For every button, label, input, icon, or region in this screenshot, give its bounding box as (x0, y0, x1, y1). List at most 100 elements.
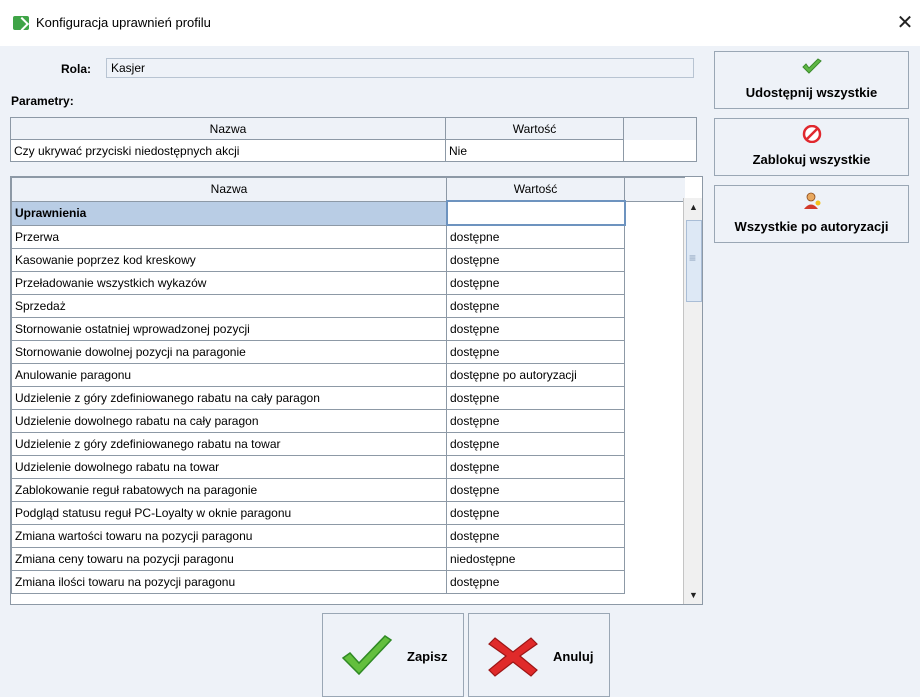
permission-value[interactable]: dostępne (446, 248, 625, 272)
permission-name: Sprzedaż (11, 294, 447, 318)
row-filler (625, 318, 685, 341)
permission-value[interactable]: dostępne (446, 294, 625, 318)
person-icon (804, 192, 821, 209)
permission-value[interactable]: dostępne (446, 271, 625, 295)
scroll-up-icon[interactable]: ▲ (684, 198, 702, 216)
header-filler (624, 177, 685, 202)
permission-value[interactable]: dostępne (446, 409, 625, 433)
column-header-nazwa[interactable]: Nazwa (11, 177, 447, 202)
param-value[interactable]: Nie (445, 139, 624, 162)
table-row[interactable]: Kasowanie poprzez kod kreskowy dostępne (11, 248, 685, 272)
table-row[interactable]: Stornowanie dowolnej pozycji na paragoni… (11, 340, 685, 364)
permission-name: Przeładowanie wszystkich wykazów (11, 271, 447, 295)
table-row[interactable]: Zmiana wartości towaru na pozycji parago… (11, 524, 685, 548)
table-row[interactable]: Zmiana ilości towaru na pozycji paragonu… (11, 570, 685, 594)
scroll-down-icon[interactable]: ▼ (684, 586, 702, 604)
permission-value[interactable]: dostępne (446, 317, 625, 341)
table-row[interactable]: Czy ukrywać przyciski niedostępnych akcj… (10, 139, 697, 162)
table-row[interactable]: Udzielenie dowolnego rabatu na towar dost… (11, 455, 685, 479)
cross-icon (488, 637, 538, 677)
table-row[interactable]: Sprzedaż dostępne (11, 294, 685, 318)
permission-name: Podgląd statusu reguł PC-Loyalty w oknie… (11, 501, 447, 525)
scroll-thumb[interactable] (686, 220, 702, 302)
permission-name: Udzielenie dowolnego rabatu na towar (11, 455, 447, 479)
rola-label: Rola: (61, 62, 91, 76)
section-title: Uprawnienia (11, 200, 447, 226)
parameters-table: Nazwa Wartość Czy ukrywać przyciski nied… (10, 117, 697, 162)
check-icon (802, 58, 822, 74)
enable-all-button[interactable]: Udostępnij wszystkie (714, 51, 909, 109)
title-bar: Konfiguracja uprawnień profilu ✕ (0, 0, 920, 46)
cancel-label: Anuluj (553, 649, 594, 664)
permission-value[interactable]: dostępne po autoryzacji (446, 363, 625, 387)
permission-name: Zablokowanie reguł rabatowych na paragon… (11, 478, 447, 502)
permission-value[interactable]: dostępne (446, 340, 625, 364)
permission-value[interactable]: niedostępne (446, 547, 625, 571)
permission-value[interactable]: dostępne (446, 224, 625, 249)
column-header-nazwa[interactable]: Nazwa (10, 117, 446, 140)
row-filler (625, 225, 685, 249)
block-all-button[interactable]: Zablokuj wszystkie (714, 118, 909, 176)
row-filler (625, 410, 685, 433)
table-row[interactable]: Przeładowanie wszystkich wykazów dostępne (11, 271, 685, 295)
row-filler (625, 295, 685, 318)
param-name: Czy ukrywać przyciski niedostępnych akcj… (10, 139, 446, 162)
dialog-window: Konfiguracja uprawnień profilu ✕ Rola: K… (0, 0, 920, 697)
row-filler (625, 341, 685, 364)
permissions-table: Nazwa Wartość Uprawnienia Przerwa dostępn… (10, 176, 703, 605)
permission-value[interactable]: dostępne (446, 455, 625, 479)
permission-name: Kasowanie poprzez kod kreskowy (11, 248, 447, 272)
permission-name: Zmiana wartości towaru na pozycji parago… (11, 524, 447, 548)
permission-value[interactable]: dostępne (446, 432, 625, 456)
section-value-cell[interactable] (445, 200, 626, 226)
permission-name: Stornowanie ostatniej wprowadzonej pozyc… (11, 317, 447, 341)
section-row[interactable]: Uprawnienia (11, 200, 685, 226)
row-filler (625, 502, 685, 525)
row-filler (625, 525, 685, 548)
row-filler (625, 249, 685, 272)
vertical-scrollbar[interactable]: ▲ ▼ (683, 198, 702, 604)
column-header-wartosc[interactable]: Wartość (445, 117, 624, 140)
permission-name: Anulowanie paragonu (11, 363, 447, 387)
permission-name: Udzielenie z góry zdefiniowanego rabatu … (11, 432, 447, 456)
table-row[interactable]: Podgląd statusu reguł PC-Loyalty w oknie… (11, 501, 685, 525)
parametry-label: Parametry: (11, 94, 74, 108)
permission-name: Udzielenie z góry zdefiniowanego rabatu … (11, 386, 447, 410)
all-auth-button[interactable]: Wszystkie po autoryzacji (714, 185, 909, 243)
permission-value[interactable]: dostępne (446, 386, 625, 410)
row-filler (625, 571, 685, 594)
permission-value[interactable]: dostępne (446, 570, 625, 594)
header-filler (623, 117, 697, 140)
row-filler (625, 433, 685, 456)
cancel-button[interactable]: Anuluj (468, 613, 610, 697)
table-row[interactable]: Udzielenie z góry zdefiniowanego rabatu … (11, 432, 685, 456)
row-filler (625, 387, 685, 410)
permission-value[interactable]: dostępne (446, 501, 625, 525)
row-filler (625, 548, 685, 571)
close-icon[interactable]: ✕ (893, 11, 917, 35)
rola-field: Kasjer (106, 58, 694, 78)
permission-name: Zmiana ilości towaru na pozycji paragonu (11, 570, 447, 594)
table-row[interactable]: Zmiana ceny towaru na pozycji paragonu ni… (11, 547, 685, 571)
table-row[interactable]: Udzielenie z góry zdefiniowanego rabatu … (11, 386, 685, 410)
permission-value[interactable]: dostępne (446, 524, 625, 548)
row-filler (623, 139, 697, 162)
table-row[interactable]: Zablokowanie reguł rabatowych na paragon… (11, 478, 685, 502)
table-row[interactable]: Przerwa dostępne (11, 224, 685, 249)
check-icon (341, 635, 393, 676)
save-button[interactable]: Zapisz (322, 613, 464, 697)
permission-name: Udzielenie dowolnego rabatu na cały para… (11, 409, 447, 433)
table-row[interactable]: Anulowanie paragonu dostępne po autoryzac… (11, 363, 685, 387)
table-row[interactable]: Udzielenie dowolnego rabatu na cały para… (11, 409, 685, 433)
app-icon (13, 16, 29, 30)
column-header-wartosc[interactable]: Wartość (446, 177, 625, 202)
row-filler (625, 364, 685, 387)
permission-name: Zmiana ceny towaru na pozycji paragonu (11, 547, 447, 571)
table-row[interactable]: Stornowanie ostatniej wprowadzonej pozyc… (11, 317, 685, 341)
enable-all-label: Udostępnij wszystkie (745, 85, 878, 100)
row-filler (625, 272, 685, 295)
permission-value[interactable]: dostępne (446, 478, 625, 502)
permission-name: Przerwa (11, 224, 447, 249)
save-label: Zapisz (407, 649, 448, 664)
block-all-label: Zablokuj wszystkie (752, 152, 871, 167)
